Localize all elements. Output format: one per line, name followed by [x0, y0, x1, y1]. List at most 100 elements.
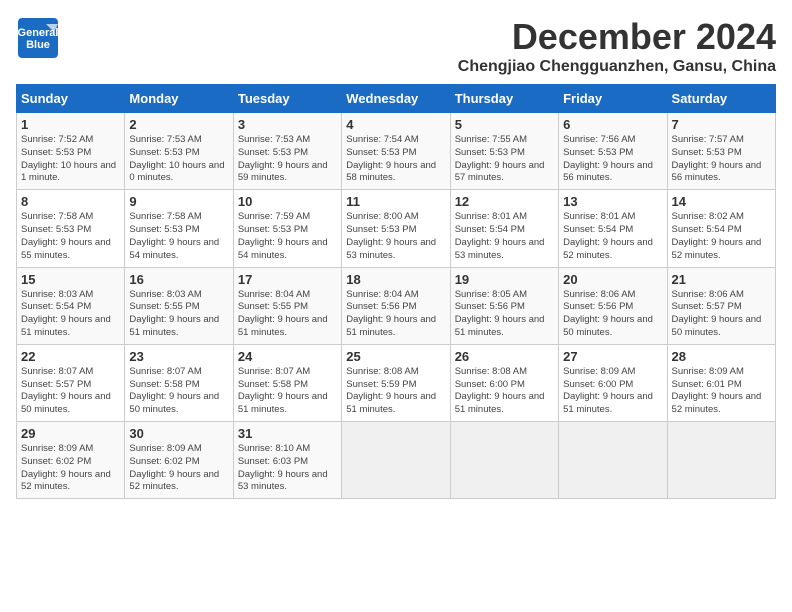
- cell-info: Sunrise: 8:07 AMSunset: 5:58 PMDaylight:…: [129, 366, 219, 415]
- header-day: Monday: [125, 85, 233, 113]
- day-number: 17: [238, 272, 337, 287]
- calendar-week-row: 8 Sunrise: 7:58 AMSunset: 5:53 PMDayligh…: [17, 190, 776, 267]
- cell-info: Sunrise: 8:07 AMSunset: 5:58 PMDaylight:…: [238, 366, 328, 415]
- header: General Blue December 2024 Chengjiao Che…: [16, 16, 776, 76]
- cell-info: Sunrise: 8:09 AMSunset: 6:02 PMDaylight:…: [129, 443, 219, 492]
- calendar-cell: 10 Sunrise: 7:59 AMSunset: 5:53 PMDaylig…: [233, 190, 341, 267]
- header-row: SundayMondayTuesdayWednesdayThursdayFrid…: [17, 85, 776, 113]
- day-number: 3: [238, 117, 337, 132]
- day-number: 19: [455, 272, 554, 287]
- day-number: 7: [672, 117, 771, 132]
- calendar-cell: 30 Sunrise: 8:09 AMSunset: 6:02 PMDaylig…: [125, 422, 233, 499]
- day-number: 27: [563, 349, 662, 364]
- day-number: 6: [563, 117, 662, 132]
- calendar-cell: 13 Sunrise: 8:01 AMSunset: 5:54 PMDaylig…: [559, 190, 667, 267]
- calendar-cell: 2 Sunrise: 7:53 AMSunset: 5:53 PMDayligh…: [125, 113, 233, 190]
- cell-info: Sunrise: 8:03 AMSunset: 5:55 PMDaylight:…: [129, 289, 219, 338]
- header-day: Friday: [559, 85, 667, 113]
- cell-info: Sunrise: 7:53 AMSunset: 5:53 PMDaylight:…: [238, 134, 328, 183]
- svg-text:Blue: Blue: [26, 39, 50, 51]
- calendar-cell: 23 Sunrise: 8:07 AMSunset: 5:58 PMDaylig…: [125, 344, 233, 421]
- day-number: 30: [129, 426, 228, 441]
- day-number: 21: [672, 272, 771, 287]
- calendar-cell: [559, 422, 667, 499]
- calendar-cell: 3 Sunrise: 7:53 AMSunset: 5:53 PMDayligh…: [233, 113, 341, 190]
- calendar-cell: 24 Sunrise: 8:07 AMSunset: 5:58 PMDaylig…: [233, 344, 341, 421]
- calendar-cell: 20 Sunrise: 8:06 AMSunset: 5:56 PMDaylig…: [559, 267, 667, 344]
- cell-info: Sunrise: 8:09 AMSunset: 6:01 PMDaylight:…: [672, 366, 762, 415]
- calendar-cell: 14 Sunrise: 8:02 AMSunset: 5:54 PMDaylig…: [667, 190, 775, 267]
- day-number: 12: [455, 194, 554, 209]
- header-day: Wednesday: [342, 85, 450, 113]
- cell-info: Sunrise: 8:03 AMSunset: 5:54 PMDaylight:…: [21, 289, 111, 338]
- calendar-cell: 8 Sunrise: 7:58 AMSunset: 5:53 PMDayligh…: [17, 190, 125, 267]
- cell-info: Sunrise: 8:09 AMSunset: 6:00 PMDaylight:…: [563, 366, 653, 415]
- cell-info: Sunrise: 8:00 AMSunset: 5:53 PMDaylight:…: [346, 211, 436, 260]
- cell-info: Sunrise: 8:08 AMSunset: 5:59 PMDaylight:…: [346, 366, 436, 415]
- day-number: 25: [346, 349, 445, 364]
- calendar-cell: 19 Sunrise: 8:05 AMSunset: 5:56 PMDaylig…: [450, 267, 558, 344]
- cell-info: Sunrise: 8:02 AMSunset: 5:54 PMDaylight:…: [672, 211, 762, 260]
- day-number: 10: [238, 194, 337, 209]
- calendar-cell: 17 Sunrise: 8:04 AMSunset: 5:55 PMDaylig…: [233, 267, 341, 344]
- calendar-cell: 7 Sunrise: 7:57 AMSunset: 5:53 PMDayligh…: [667, 113, 775, 190]
- calendar-cell: 18 Sunrise: 8:04 AMSunset: 5:56 PMDaylig…: [342, 267, 450, 344]
- day-number: 13: [563, 194, 662, 209]
- logo: General Blue: [16, 16, 60, 60]
- calendar-cell: 27 Sunrise: 8:09 AMSunset: 6:00 PMDaylig…: [559, 344, 667, 421]
- calendar-cell: 31 Sunrise: 8:10 AMSunset: 6:03 PMDaylig…: [233, 422, 341, 499]
- calendar-week-row: 29 Sunrise: 8:09 AMSunset: 6:02 PMDaylig…: [17, 422, 776, 499]
- header-day: Tuesday: [233, 85, 341, 113]
- cell-info: Sunrise: 8:01 AMSunset: 5:54 PMDaylight:…: [563, 211, 653, 260]
- cell-info: Sunrise: 8:06 AMSunset: 5:57 PMDaylight:…: [672, 289, 762, 338]
- day-number: 15: [21, 272, 120, 287]
- calendar-cell: [342, 422, 450, 499]
- day-number: 20: [563, 272, 662, 287]
- cell-info: Sunrise: 8:04 AMSunset: 5:56 PMDaylight:…: [346, 289, 436, 338]
- location-title: Chengjiao Chengguanzhen, Gansu, China: [458, 58, 776, 76]
- calendar-cell: 21 Sunrise: 8:06 AMSunset: 5:57 PMDaylig…: [667, 267, 775, 344]
- cell-info: Sunrise: 7:54 AMSunset: 5:53 PMDaylight:…: [346, 134, 436, 183]
- calendar-cell: 22 Sunrise: 8:07 AMSunset: 5:57 PMDaylig…: [17, 344, 125, 421]
- day-number: 14: [672, 194, 771, 209]
- day-number: 8: [21, 194, 120, 209]
- calendar-cell: 15 Sunrise: 8:03 AMSunset: 5:54 PMDaylig…: [17, 267, 125, 344]
- cell-info: Sunrise: 8:01 AMSunset: 5:54 PMDaylight:…: [455, 211, 545, 260]
- calendar-cell: 29 Sunrise: 8:09 AMSunset: 6:02 PMDaylig…: [17, 422, 125, 499]
- calendar-week-row: 15 Sunrise: 8:03 AMSunset: 5:54 PMDaylig…: [17, 267, 776, 344]
- calendar-header: SundayMondayTuesdayWednesdayThursdayFrid…: [17, 85, 776, 113]
- day-number: 23: [129, 349, 228, 364]
- calendar-cell: 9 Sunrise: 7:58 AMSunset: 5:53 PMDayligh…: [125, 190, 233, 267]
- day-number: 2: [129, 117, 228, 132]
- calendar-cell: 4 Sunrise: 7:54 AMSunset: 5:53 PMDayligh…: [342, 113, 450, 190]
- day-number: 11: [346, 194, 445, 209]
- calendar-cell: 28 Sunrise: 8:09 AMSunset: 6:01 PMDaylig…: [667, 344, 775, 421]
- cell-info: Sunrise: 7:55 AMSunset: 5:53 PMDaylight:…: [455, 134, 545, 183]
- day-number: 28: [672, 349, 771, 364]
- cell-info: Sunrise: 7:59 AMSunset: 5:53 PMDaylight:…: [238, 211, 328, 260]
- day-number: 4: [346, 117, 445, 132]
- calendar-cell: 26 Sunrise: 8:08 AMSunset: 6:00 PMDaylig…: [450, 344, 558, 421]
- cell-info: Sunrise: 7:57 AMSunset: 5:53 PMDaylight:…: [672, 134, 762, 183]
- day-number: 5: [455, 117, 554, 132]
- day-number: 29: [21, 426, 120, 441]
- month-title: December 2024: [458, 16, 776, 58]
- cell-info: Sunrise: 8:05 AMSunset: 5:56 PMDaylight:…: [455, 289, 545, 338]
- cell-info: Sunrise: 8:08 AMSunset: 6:00 PMDaylight:…: [455, 366, 545, 415]
- header-day: Sunday: [17, 85, 125, 113]
- cell-info: Sunrise: 8:07 AMSunset: 5:57 PMDaylight:…: [21, 366, 111, 415]
- day-number: 22: [21, 349, 120, 364]
- day-number: 26: [455, 349, 554, 364]
- logo-icon: General Blue: [16, 16, 60, 60]
- header-day: Saturday: [667, 85, 775, 113]
- calendar-table: SundayMondayTuesdayWednesdayThursdayFrid…: [16, 84, 776, 499]
- calendar-cell: 16 Sunrise: 8:03 AMSunset: 5:55 PMDaylig…: [125, 267, 233, 344]
- cell-info: Sunrise: 8:06 AMSunset: 5:56 PMDaylight:…: [563, 289, 653, 338]
- calendar-body: 1 Sunrise: 7:52 AMSunset: 5:53 PMDayligh…: [17, 113, 776, 499]
- header-day: Thursday: [450, 85, 558, 113]
- calendar-cell: [450, 422, 558, 499]
- day-number: 9: [129, 194, 228, 209]
- day-number: 18: [346, 272, 445, 287]
- calendar-cell: 11 Sunrise: 8:00 AMSunset: 5:53 PMDaylig…: [342, 190, 450, 267]
- calendar-week-row: 22 Sunrise: 8:07 AMSunset: 5:57 PMDaylig…: [17, 344, 776, 421]
